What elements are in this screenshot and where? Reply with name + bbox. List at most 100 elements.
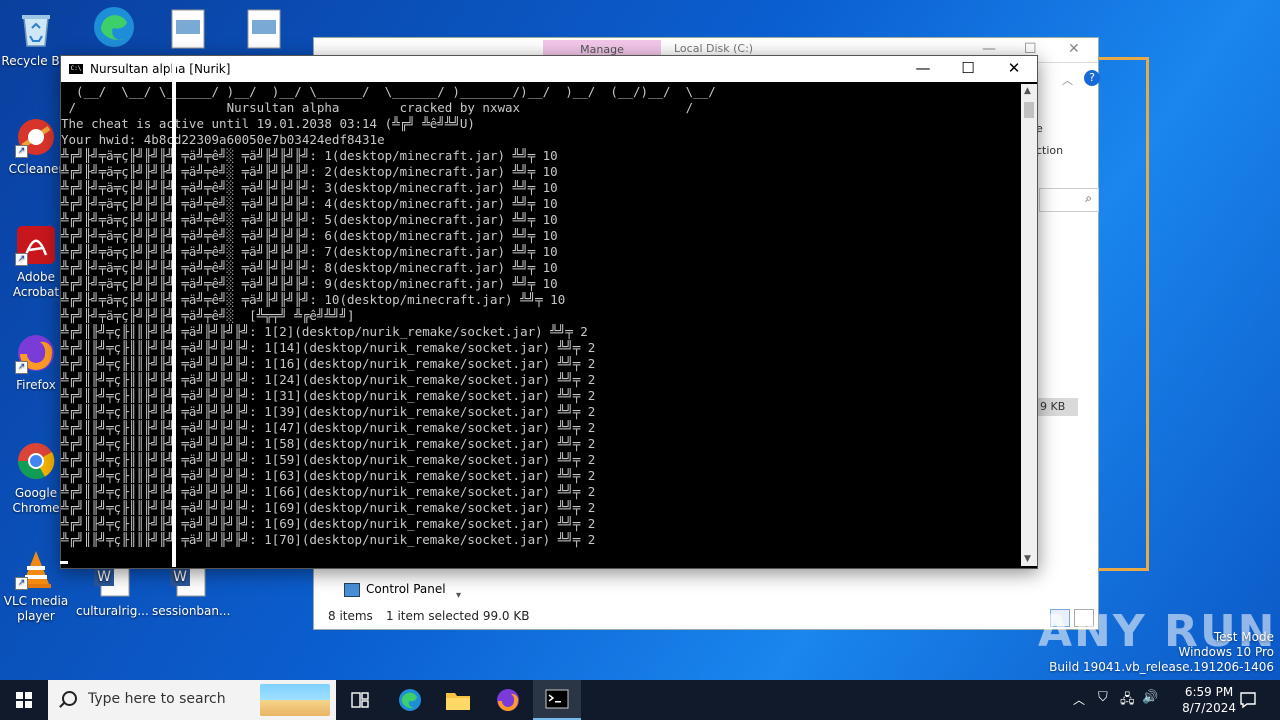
- scrollbar-thumb[interactable]: [1024, 102, 1034, 118]
- scroll-up-icon[interactable]: ▲: [1024, 86, 1031, 96]
- console-line: ╩╔╝╟╝╤ä╤ç╟╝╟╝╟╝ ╤ä╝╤ê╝░ ╤ä╝╟╝╟╝╟╝: 2(des…: [61, 164, 558, 179]
- console-line: ╩╔╝║╟╝╤ç╟║║╟╝╟╝ ╤ä╝╟╝╟╝╟╝: 1[70](desktop…: [61, 532, 596, 547]
- svg-text:W: W: [97, 569, 111, 585]
- console-line: ╩╔╝╟╝╤ä╤ç╟╝╟╝╟╝ ╤ä╝╤ê╝░ ╤ä╝╟╝╟╝╟╝: 8(des…: [61, 260, 558, 275]
- svg-text:W: W: [173, 569, 187, 585]
- ccleaner-icon: ↗: [15, 116, 57, 158]
- control-panel-icon: [344, 582, 360, 597]
- console-line: ╩╔╝║╟╝╤ç╟║║╟╝╟╝ ╤ä╝╟╝╟╝╟╝: 1[69](desktop…: [61, 516, 596, 531]
- scroll-down-icon[interactable]: ▾: [456, 590, 461, 601]
- shortcut-arrow-icon: ↗: [15, 253, 28, 266]
- taskbar: Type here to search ︿ ⛉ 🖧 🔊 6:59 PM 8/7/…: [0, 680, 1280, 720]
- edge-icon: [91, 4, 134, 47]
- console-window[interactable]: C:\ Nursultan alpha [Nurik] — ☐ ✕ (__/ \…: [60, 55, 1038, 569]
- console-titlebar[interactable]: C:\ Nursultan alpha [Nurik] — ☐ ✕: [61, 56, 1037, 82]
- taskbar-search[interactable]: Type here to search: [48, 680, 336, 720]
- console-line: ╩╔╝║╟╝╤ç╟║║╟╝╟╝ ╤ä╝╟╝╟╝╟╝: 1[58](desktop…: [61, 436, 596, 451]
- text-cursor-artifact: [172, 62, 176, 567]
- taskbar-console[interactable]: [533, 680, 581, 720]
- chrome-icon: [15, 440, 57, 482]
- desktop-icon-edge[interactable]: [76, 4, 148, 50]
- image-file-icon: [243, 8, 285, 50]
- console-line: ╩╔╝╟╝╤ä╤ç╟╝╟╝╟╝ ╤ä╝╤ê╝░ [╩╦╤╝ ╩╔ê╝╩╝╝]: [61, 308, 355, 323]
- search-icon: [62, 691, 77, 706]
- shortcut-arrow-icon: ↗: [15, 361, 28, 374]
- cmd-icon: [545, 689, 569, 709]
- console-line: ╩╔╝║╟╝╤ç╟║║╟╝╟╝ ╤ä╝╟╝╟╝╟╝: 1[63](desktop…: [61, 468, 596, 483]
- ribbon-text-fragment: ction: [1036, 144, 1064, 157]
- edge-icon: [399, 689, 421, 711]
- folder-icon: [446, 693, 470, 710]
- minimize-button[interactable]: —: [900, 59, 946, 77]
- start-button[interactable]: [0, 680, 48, 720]
- console-line: ╩╔╝║╟╝╤ç╟║║╟╝╟╝ ╤ä╝╟╝╟╝╟╝: 1[69](desktop…: [61, 500, 596, 515]
- console-caret: [60, 561, 68, 564]
- shortcut-arrow-icon: ↗: [15, 145, 28, 158]
- console-line: ╩╔╝║╟╝╤ç╟║║╟╝╟╝ ╤ä╝╟╝╟╝╟╝: 1[16](desktop…: [61, 356, 596, 371]
- explorer-title: Local Disk (C:): [674, 42, 754, 55]
- watermark-line: Test Mode: [1213, 630, 1274, 644]
- console-line: ╩╔╝║╟╝╤ç╟║║╟╝╟╝ ╤ä╝╟╝╟╝╟╝: 1[59](desktop…: [61, 452, 596, 467]
- console-output[interactable]: (__/ \__/ \______/ )__/ )__/ \______/ \_…: [61, 84, 1021, 566]
- console-line: ╩╔╝║╟╝╤ç╟║║╟╝╟╝ ╤ä╝╟╝╟╝╟╝: 1[39](desktop…: [61, 404, 596, 419]
- firefox-icon: ↗: [15, 332, 57, 374]
- notifications-button[interactable]: [1228, 680, 1268, 720]
- console-line: ╩╔╝║╟╝╤ç╟║║╟╝╟╝ ╤ä╝╟╝╟╝╟╝: 1[14](desktop…: [61, 340, 596, 355]
- watermark-line: Build 19041.vb_release.191206-1406: [1049, 660, 1274, 674]
- search-highlight-image: [260, 684, 330, 716]
- cmd-icon: C:\: [69, 64, 83, 74]
- security-icon[interactable]: ⛉: [1098, 690, 1108, 705]
- close-icon[interactable]: ✕: [1068, 41, 1080, 57]
- scroll-down-icon[interactable]: ▼: [1024, 554, 1031, 564]
- nav-item-control-panel[interactable]: Control Panel: [344, 582, 446, 597]
- recycle-bin-icon: [15, 8, 57, 50]
- console-line: ╩╔╝╟╝╤ä╤ç╟╝╟╝╟╝ ╤ä╝╤ê╝░ ╤ä╝╟╝╟╝╟╝: 1(des…: [61, 148, 558, 163]
- shortcut-arrow-icon: ↗: [15, 577, 28, 590]
- highlight-frame: [1096, 57, 1149, 571]
- console-line: ╩╔╝║╟╝╤ç╟║║╟╝╟╝ ╤ä╝╟╝╟╝╟╝: 1[47](desktop…: [61, 420, 596, 435]
- volume-icon[interactable]: 🔊: [1142, 690, 1158, 705]
- console-line: ╩╔╝╟╝╤ä╤ç╟╝╟╝╟╝ ╤ä╝╤ê╝░ ╤ä╝╟╝╟╝╟╝: 7(des…: [61, 244, 558, 259]
- console-line: ╩╔╝║╟╝╤ç╟║║╟╝╟╝ ╤ä╝╟╝╟╝╟╝: 1[31](desktop…: [61, 388, 596, 403]
- os-watermark: Test Mode Windows 10 Pro Build 19041.vb_…: [1049, 630, 1274, 675]
- search-icon: ⌕: [1085, 191, 1092, 205]
- search-placeholder: Type here to search: [88, 691, 226, 707]
- console-title: Nursultan alpha [Nurik]: [90, 62, 231, 76]
- desktop-icon-image-1[interactable]: [152, 8, 224, 54]
- status-item-count: 8 items: [328, 609, 373, 623]
- taskbar-file-explorer[interactable]: [434, 680, 482, 720]
- image-file-icon: [167, 8, 209, 50]
- console-line: ╩╔╝╟╝╤ä╤ç╟╝╟╝╟╝ ╤ä╝╤ê╝░ ╤ä╝╟╝╟╝╟╝: 5(des…: [61, 212, 558, 227]
- nav-item-label: Control Panel: [366, 582, 446, 596]
- close-button[interactable]: ✕: [991, 59, 1037, 77]
- console-scrollbar[interactable]: ▲ ▼: [1021, 84, 1037, 566]
- console-line: Your hwid: 4b8cd22309a60050e7b03424edf84…: [61, 132, 385, 147]
- adobe-acrobat-icon: ↗: [15, 224, 57, 266]
- explorer-status-bar: 8 items 1 item selected 99.0 KB: [314, 603, 1098, 629]
- desktop-icon-image-2[interactable]: [228, 8, 300, 54]
- watermark-line: Windows 10 Pro: [1178, 645, 1274, 659]
- chevron-up-icon[interactable]: ︿: [1062, 72, 1073, 88]
- maximize-button[interactable]: ☐: [945, 59, 991, 77]
- console-line: ╩╔╝╟╝╤ä╤ç╟╝╟╝╟╝ ╤ä╝╤ê╝░ ╤ä╝╟╝╟╝╟╝: 6(des…: [61, 228, 558, 243]
- chevron-up-icon[interactable]: ︿: [1073, 691, 1085, 708]
- windows-logo-icon: [16, 692, 32, 708]
- console-line: ╩╔╝╟╝╤ä╤ç╟╝╟╝╟╝ ╤ä╝╤ê╝░ ╤ä╝╟╝╟╝╟╝: 4(des…: [61, 196, 558, 211]
- vlc-icon: ↗: [15, 548, 57, 590]
- console-line: The cheat is active until 19.01.2038 03:…: [61, 116, 475, 131]
- task-view-icon: [351, 692, 369, 708]
- firefox-icon: [497, 689, 519, 711]
- console-line: / Nursultan alpha cracked by nxwax /: [61, 100, 694, 115]
- help-icon[interactable]: ?: [1084, 70, 1100, 86]
- network-icon[interactable]: 🖧: [1120, 690, 1135, 712]
- console-line: ╩╔╝║╟╝╤ç╟║║╟╝╟╝ ╤ä╝╟╝╟╝╟╝: 1[66](desktop…: [61, 484, 596, 499]
- taskbar-firefox[interactable]: [484, 680, 532, 720]
- console-line: ╩╔╝╟╝╤ä╤ç╟╝╟╝╟╝ ╤ä╝╤ê╝░ ╤ä╝╟╝╟╝╟╝: 9(des…: [61, 276, 558, 291]
- console-line: (__/ \__/ \______/ )__/ )__/ \______/ \_…: [61, 84, 716, 99]
- task-view-button[interactable]: [336, 680, 384, 720]
- console-line: ╩╔╝║╟╝╤ç╟║║╟╝╟╝ ╤ä╝╟╝╟╝╟╝: 1[24](desktop…: [61, 372, 596, 387]
- taskbar-edge[interactable]: [386, 680, 434, 720]
- explorer-search-box[interactable]: ⌕: [1039, 188, 1099, 212]
- console-line: ╩╔╝║╟╝╤ç╟║║╟╝╟╝ ╤ä╝╟╝╟╝╟╝: 1[2](desktop/…: [61, 324, 588, 339]
- status-selection: 1 item selected 99.0 KB: [386, 609, 530, 623]
